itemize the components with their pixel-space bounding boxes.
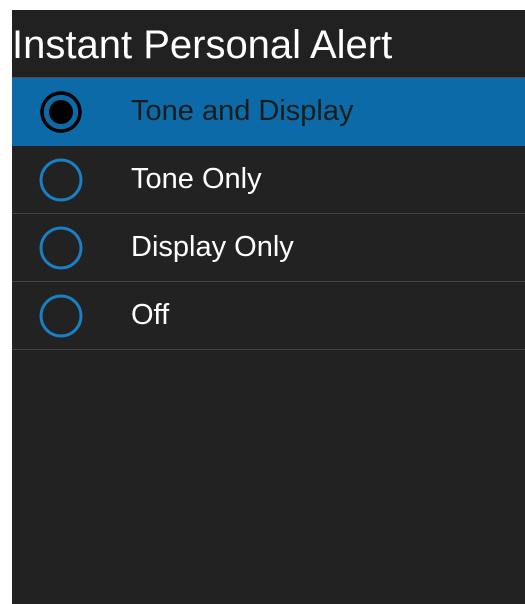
radio-unchecked-icon[interactable] <box>38 157 84 203</box>
option-label: Tone Only <box>131 163 262 195</box>
alert-option-list: Tone and Display Tone Only Display Only … <box>12 78 525 350</box>
radio-checked-icon[interactable] <box>38 89 84 135</box>
alert-settings-screen: Instant Personal Alert Tone and Display … <box>12 10 525 604</box>
title-bar: Instant Personal Alert <box>12 10 525 78</box>
option-label: Display Only <box>131 231 294 263</box>
page-title: Instant Personal Alert <box>12 22 393 67</box>
option-off[interactable]: Off <box>12 282 525 350</box>
option-display-only[interactable]: Display Only <box>12 214 525 282</box>
option-tone-only[interactable]: Tone Only <box>12 146 525 214</box>
option-tone-and-display[interactable]: Tone and Display <box>12 78 525 146</box>
option-label: Off <box>131 299 170 331</box>
radio-unchecked-icon[interactable] <box>38 225 84 271</box>
option-label: Tone and Display <box>131 95 354 127</box>
radio-unchecked-icon[interactable] <box>38 293 84 339</box>
